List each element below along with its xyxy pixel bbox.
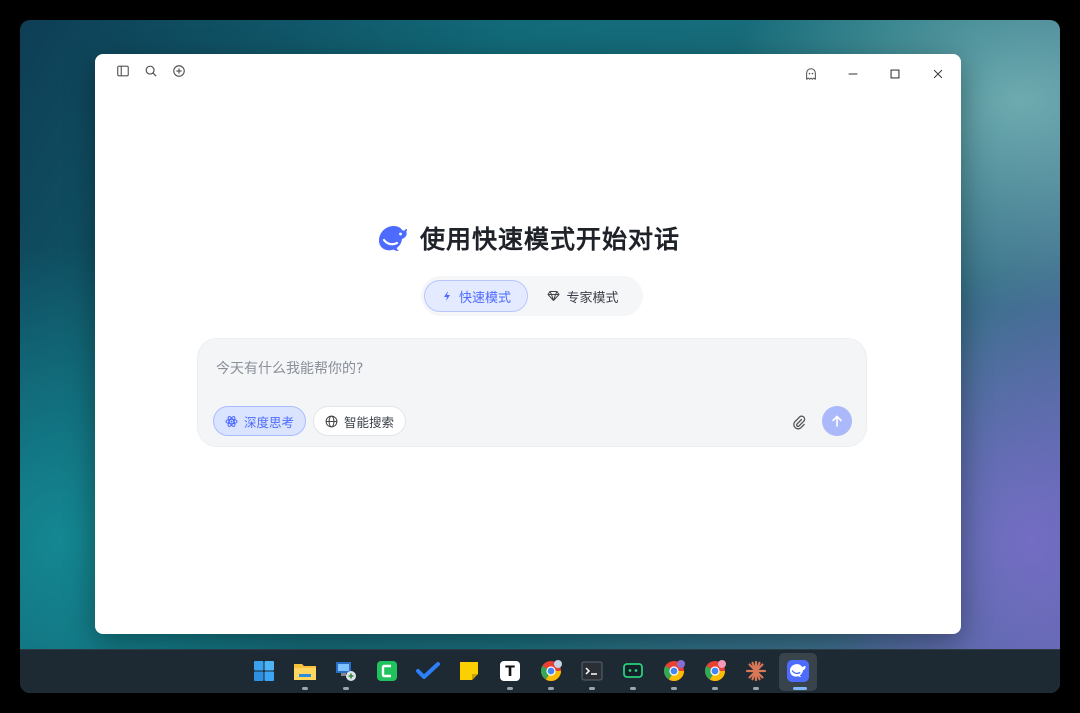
maximize-icon — [890, 69, 900, 79]
fast-mode-button[interactable]: 快速模式 — [424, 280, 528, 312]
taskbar-running-dot — [712, 687, 718, 690]
minimize-icon — [848, 73, 858, 75]
arrow-up-icon — [832, 415, 842, 427]
new-chat-button[interactable] — [168, 60, 190, 82]
file-explorer-icon[interactable] — [292, 658, 318, 684]
search-icon — [145, 65, 157, 77]
taskbar-running-dot — [589, 687, 595, 690]
smart-search-label: 智能搜索 — [344, 414, 395, 430]
taskbar-running-dot — [671, 687, 677, 690]
ghost-mode-button[interactable] — [800, 63, 822, 85]
taskbar-running-dot — [507, 687, 513, 690]
globe-icon — [325, 415, 338, 427]
send-button[interactable] — [822, 406, 852, 436]
minimize-button[interactable] — [842, 63, 864, 85]
mode-switch: 快速模式 专家模式 — [421, 276, 643, 316]
hero-title: 使用快速模式开始对话 — [419, 225, 680, 254]
chrome-profile-3-icon[interactable] — [702, 658, 728, 684]
diamond-icon — [547, 291, 560, 301]
svg-text:T: T — [505, 664, 515, 680]
green-app-icon[interactable] — [374, 658, 400, 684]
chat-app-icon[interactable] — [620, 658, 646, 684]
close-button[interactable] — [927, 63, 949, 85]
taskbar-running-dot — [343, 687, 349, 690]
atom-icon — [225, 415, 238, 427]
message-input[interactable] — [216, 358, 776, 380]
deep-think-toggle[interactable]: 深度思考 — [213, 406, 307, 436]
expert-mode-button[interactable]: 专家模式 — [528, 280, 638, 312]
search-button[interactable] — [140, 60, 162, 82]
composer: 深度思考 智能搜索 — [197, 338, 867, 447]
taskbar-running-dot — [302, 687, 308, 690]
typora-icon[interactable]: T — [497, 658, 523, 684]
sidebar-toggle-button[interactable] — [112, 60, 134, 82]
taskbar-active-indicator — [793, 687, 807, 690]
lightning-icon — [443, 291, 450, 301]
expert-mode-label: 专家模式 — [566, 290, 619, 306]
deepseek-whale-logo — [378, 225, 407, 251]
todo-icon[interactable] — [415, 658, 441, 684]
attach-button[interactable] — [786, 409, 812, 435]
sidebar-icon — [117, 65, 129, 77]
claude-icon[interactable] — [743, 658, 769, 684]
maximize-button[interactable] — [884, 63, 906, 85]
smart-search-toggle[interactable]: 智能搜索 — [313, 406, 407, 436]
deepseek-icon[interactable] — [785, 658, 811, 684]
ghost-icon — [806, 68, 816, 80]
deep-think-label: 深度思考 — [244, 414, 295, 430]
terminal-icon[interactable] — [579, 658, 605, 684]
chrome-profile-2-icon[interactable] — [661, 658, 687, 684]
taskbar-running-dot — [753, 687, 759, 690]
hero: 使用快速模式开始对话 — [95, 220, 961, 256]
paperclip-icon — [793, 415, 806, 430]
fast-mode-label: 快速模式 — [458, 290, 511, 306]
sticky-notes-icon[interactable] — [456, 658, 482, 684]
app-window: 使用快速模式开始对话 快速模式 专家模式 深度思考 智能搜索 — [95, 54, 961, 634]
chrome-icon[interactable] — [538, 658, 564, 684]
taskbar: T — [20, 649, 1060, 693]
windows-start-icon[interactable] — [251, 658, 277, 684]
remote-desktop-icon[interactable] — [333, 658, 359, 684]
new-chat-icon — [173, 65, 185, 77]
taskbar-running-dot — [548, 687, 554, 690]
desktop: 使用快速模式开始对话 快速模式 专家模式 深度思考 智能搜索 — [20, 20, 1060, 693]
close-icon — [933, 69, 943, 79]
taskbar-running-dot — [630, 687, 636, 690]
